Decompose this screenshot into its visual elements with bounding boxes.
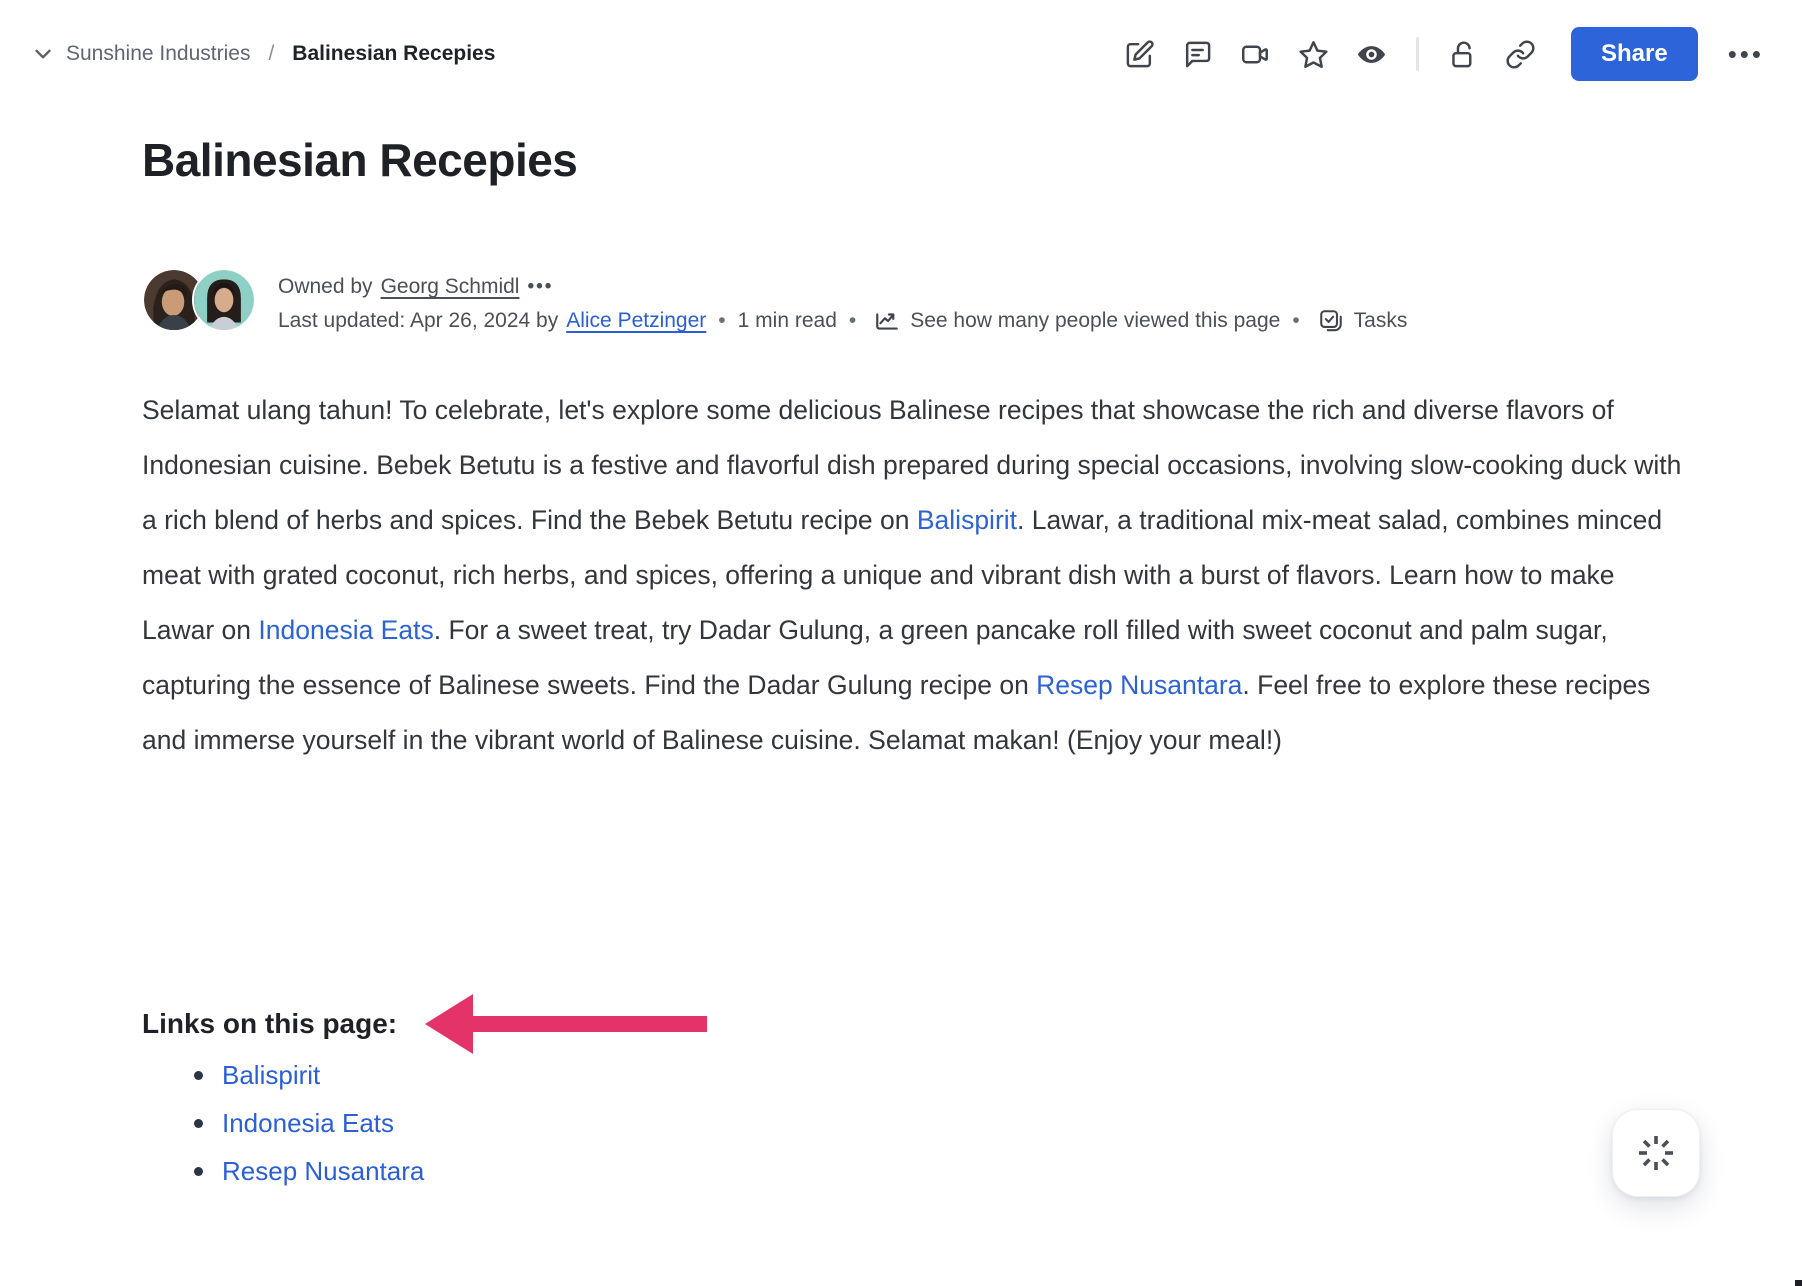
- breadcrumb: Sunshine Industries / Balinesian Recepie…: [30, 41, 495, 67]
- links-heading-row: Links on this page:: [142, 988, 707, 1060]
- annotation-arrow-icon: [425, 988, 707, 1060]
- editor-link[interactable]: Alice Petzinger: [566, 304, 706, 338]
- list-link-indonesia-eats[interactable]: Indonesia Eats: [222, 1108, 394, 1138]
- tasks-link[interactable]: Tasks: [1354, 304, 1408, 338]
- body-paragraph: Selamat ulang tahun! To celebrate, let's…: [142, 383, 1690, 768]
- analytics-graph-icon: [874, 308, 900, 334]
- watch-button[interactable]: [1350, 32, 1394, 76]
- more-options-button[interactable]: •••: [1722, 33, 1770, 76]
- chevron-down-icon[interactable]: [30, 41, 56, 67]
- comment-button[interactable]: [1176, 32, 1220, 76]
- views-link[interactable]: See how many people viewed this page: [910, 304, 1280, 338]
- meta-dot: •: [845, 304, 860, 338]
- last-updated-label: Last updated: Apr 26, 2024 by: [278, 304, 558, 338]
- list-item: Resep Nusantara: [172, 1158, 424, 1185]
- page-actions: Share •••: [1118, 27, 1770, 81]
- corner-artifact: [1795, 1280, 1802, 1286]
- read-time: 1 min read: [738, 304, 837, 338]
- spinner-icon: [1635, 1132, 1677, 1174]
- unlock-icon: [1447, 39, 1478, 70]
- breadcrumb-current-page: Balinesian Recepies: [292, 42, 495, 66]
- list-link-balispirit[interactable]: Balispirit: [222, 1060, 320, 1090]
- link-icon: [1505, 39, 1536, 70]
- owned-by-label: Owned by: [278, 270, 373, 304]
- byline: Owned by Georg Schmidl ••• Last updated:…: [142, 268, 1407, 338]
- inline-link-balispirit[interactable]: Balispirit: [917, 505, 1017, 535]
- video-camera-icon: [1240, 39, 1271, 70]
- list-link-resep-nusantara[interactable]: Resep Nusantara: [222, 1156, 424, 1186]
- star-button[interactable]: [1292, 32, 1336, 76]
- avatar-alice[interactable]: [192, 268, 256, 332]
- inline-link-resep-nusantara[interactable]: Resep Nusantara: [1036, 670, 1242, 700]
- edit-icon: [1124, 39, 1155, 70]
- links-list: Balispirit Indonesia Eats Resep Nusantar…: [172, 1062, 424, 1206]
- breadcrumb-space-link[interactable]: Sunshine Industries: [66, 42, 250, 66]
- video-button[interactable]: [1234, 32, 1278, 76]
- permissions-button[interactable]: [1441, 32, 1485, 76]
- tasks-icon: [1318, 308, 1344, 334]
- star-icon: [1298, 39, 1329, 70]
- breadcrumb-separator: /: [260, 42, 282, 66]
- links-heading: Links on this page:: [142, 1008, 397, 1040]
- loading-widget-button[interactable]: [1612, 1109, 1700, 1197]
- ellipsis-icon: •••: [1728, 39, 1764, 69]
- list-item: Balispirit: [172, 1062, 424, 1089]
- top-bar: Sunshine Industries / Balinesian Recepie…: [0, 0, 1802, 94]
- toolbar-divider: [1416, 37, 1419, 71]
- owner-more-button[interactable]: •••: [527, 270, 553, 304]
- inline-link-indonesia-eats[interactable]: Indonesia Eats: [258, 615, 433, 645]
- share-button[interactable]: Share: [1571, 27, 1698, 81]
- avatar-group: [142, 268, 256, 338]
- owner-link[interactable]: Georg Schmidl: [381, 270, 520, 304]
- eye-icon: [1356, 39, 1387, 70]
- list-item: Indonesia Eats: [172, 1110, 424, 1137]
- meta-dot: •: [714, 304, 729, 338]
- page-title: Balinesian Recepies: [142, 132, 577, 188]
- meta-dot: •: [1288, 304, 1303, 338]
- edit-button[interactable]: [1118, 32, 1162, 76]
- comment-icon: [1182, 39, 1213, 70]
- copy-link-button[interactable]: [1499, 32, 1543, 76]
